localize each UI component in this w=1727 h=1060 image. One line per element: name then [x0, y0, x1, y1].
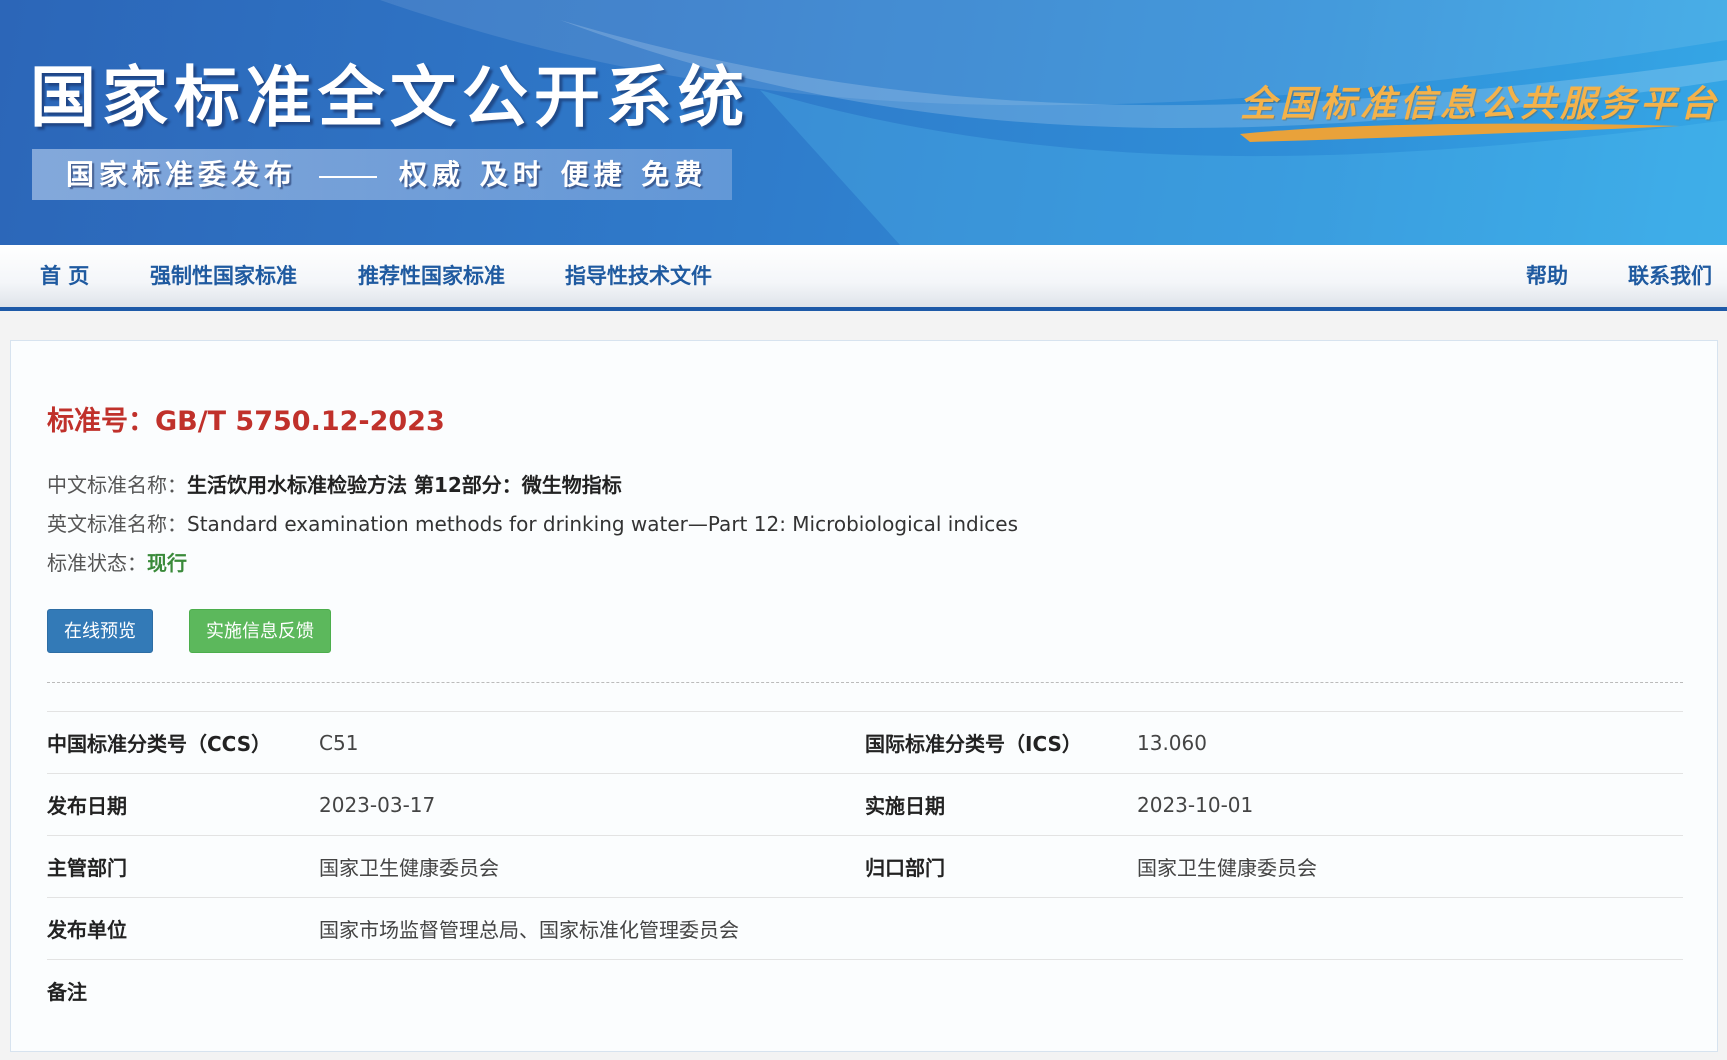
- site-slogan: 国家标准委发布 权威 及时 便捷 免费: [32, 149, 732, 200]
- table-row: 发布日期 2023-03-17 实施日期 2023-10-01: [47, 773, 1683, 836]
- ics-value: 13.060: [1137, 711, 1683, 774]
- ccs-value: C51: [319, 711, 865, 774]
- status-label: 标准状态：: [47, 551, 147, 575]
- impl-date-value: 2023-10-01: [1137, 773, 1683, 836]
- table-row: 发布单位 国家市场监督管理总局、国家标准化管理委员会: [47, 897, 1683, 960]
- nav-guidance-documents[interactable]: 指导性技术文件: [565, 245, 712, 307]
- authority-value: 国家卫生健康委员会: [319, 835, 865, 898]
- remark-value: [319, 959, 1683, 1021]
- publish-date-value: 2023-03-17: [319, 773, 865, 836]
- site-title: 国家标准全文公开系统: [30, 58, 750, 136]
- slogan-motto: 权威 及时 便捷 免费: [399, 158, 708, 191]
- centralized-dept-value: 国家卫生健康委员会: [1137, 835, 1683, 898]
- nav-help[interactable]: 帮助: [1526, 245, 1568, 307]
- publisher-value: 国家市场监督管理总局、国家标准化管理委员会: [319, 897, 1683, 960]
- nav-home[interactable]: 首 页: [40, 245, 89, 307]
- publisher-label: 发布单位: [47, 897, 319, 960]
- nav-recommended-standards[interactable]: 推荐性国家标准: [358, 245, 505, 307]
- slogan-dash: [319, 175, 378, 178]
- publish-date-label: 发布日期: [47, 773, 319, 836]
- authority-label: 主管部门: [47, 835, 319, 898]
- standard-number-value: GB/T 5750.12-2023: [155, 406, 445, 437]
- status-badge: 现行: [147, 551, 187, 575]
- ics-label: 国际标准分类号（ICS）: [865, 711, 1137, 774]
- main-nav: 首 页 强制性国家标准 推荐性国家标准 指导性技术文件 帮助 联系我们: [0, 245, 1727, 311]
- platform-brush-underline: [1240, 123, 1680, 142]
- standard-number: 标准号：GB/T 5750.12-2023: [47, 399, 445, 438]
- en-name-label: 英文标准名称：: [47, 512, 187, 536]
- online-preview-button[interactable]: 在线预览: [47, 609, 153, 653]
- status-row: 标准状态：现行: [47, 547, 187, 576]
- cn-name-label: 中文标准名称：: [47, 473, 187, 497]
- divider: [47, 682, 1683, 683]
- ccs-label: 中国标准分类号（CCS）: [47, 711, 319, 774]
- slogan-publisher: 国家标准委发布: [66, 158, 298, 191]
- remark-label: 备注: [47, 959, 319, 1021]
- en-name-value: Standard examination methods for drinkin…: [187, 512, 1019, 536]
- nav-mandatory-standards[interactable]: 强制性国家标准: [150, 245, 297, 307]
- table-row: 主管部门 国家卫生健康委员会 归口部门 国家卫生健康委员会: [47, 835, 1683, 898]
- standard-number-label: 标准号：: [47, 406, 155, 437]
- centralized-dept-label: 归口部门: [865, 835, 1137, 898]
- feedback-button[interactable]: 实施信息反馈: [189, 609, 331, 653]
- cn-name-row: 中文标准名称：生活饮用水标准检验方法 第12部分：微生物指标: [47, 469, 622, 498]
- impl-date-label: 实施日期: [865, 773, 1137, 836]
- standard-detail-panel: 标准号：GB/T 5750.12-2023 中文标准名称：生活饮用水标准检验方法…: [10, 340, 1718, 1052]
- site-banner: 国家标准全文公开系统 国家标准委发布 权威 及时 便捷 免费 全国标准信息公共服务…: [0, 0, 1727, 245]
- cn-name-value: 生活饮用水标准检验方法 第12部分：微生物指标: [187, 473, 622, 497]
- table-row: 中国标准分类号（CCS） C51 国际标准分类号（ICS） 13.060: [47, 711, 1683, 774]
- table-row: 备注: [47, 959, 1683, 1021]
- en-name-row: 英文标准名称：Standard examination methods for …: [47, 508, 1018, 537]
- nav-contact-us[interactable]: 联系我们: [1628, 245, 1712, 307]
- metadata-table: 中国标准分类号（CCS） C51 国际标准分类号（ICS） 13.060 发布日…: [47, 711, 1683, 1021]
